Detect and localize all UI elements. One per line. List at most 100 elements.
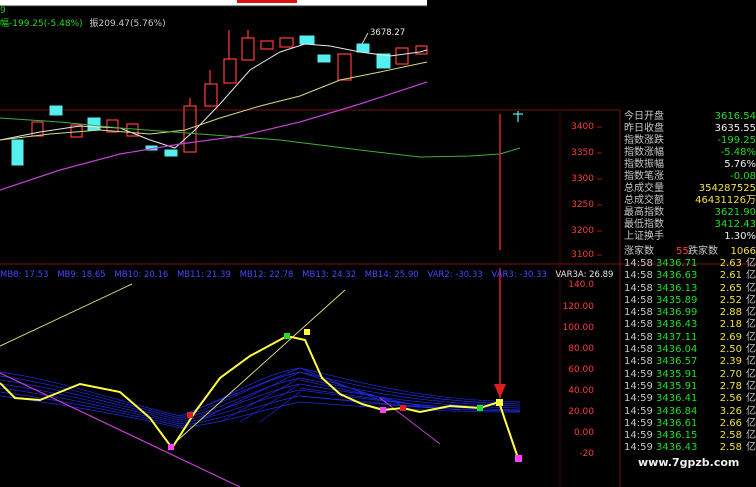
tick-row: 14:58 3435.89 2.52 亿 <box>624 294 756 306</box>
decliners-label: 跌家数 <box>688 246 718 257</box>
trendline-yellow-mid <box>177 289 346 441</box>
price-axis-label: 3400 <box>571 122 594 132</box>
info-value: -5.48% <box>720 147 756 158</box>
tick-row: 14:59 3436.43 2.58 亿 <box>624 442 756 454</box>
indicator-axis-label: 120.00 <box>562 302 595 312</box>
marker-red <box>187 412 193 418</box>
tick-row: 14:59 3436.41 2.56 亿 <box>624 393 756 405</box>
tick-row: 14:58 3436.04 2.50 亿 <box>624 344 756 356</box>
indicator-label: MB10: 20.16 <box>114 270 169 280</box>
trendline-magenta-left <box>0 372 241 487</box>
tick-row: 14:59 3435.91 2.78 亿 <box>624 380 756 392</box>
tick-row: 14:58 3436.43 2.18 亿 <box>624 319 756 331</box>
info-row: 今日开盘 3616.54 <box>624 111 756 122</box>
indicator-axis-label: 100.00 <box>562 323 595 333</box>
price-callout-line <box>361 32 369 45</box>
info-row: 指数笔涨 -0.08 <box>624 171 756 182</box>
price-axis-ticks <box>597 126 602 256</box>
advancers-label: 涨家数 <box>624 246 654 257</box>
candle-up <box>183 105 197 153</box>
candle-up <box>337 53 352 81</box>
price-axis-label: 3350 <box>571 148 594 158</box>
price-axis-label: 3100 <box>571 250 594 260</box>
tick-row: 14:58 3436.99 2.88 亿 <box>624 307 756 319</box>
watermark-text: www.7gpzb.com <box>638 456 740 469</box>
info-row: 最低指数 3412.43 <box>624 219 756 230</box>
candle-up <box>241 37 255 61</box>
indicator-axis-label: 20.00 <box>568 407 594 417</box>
indicator-axis-label: 60.00 <box>568 365 594 375</box>
indicator-label-var3: VAR3: -30.33 <box>491 270 547 280</box>
info-value: 1.30% <box>724 231 756 242</box>
indicator-label: MB14: 25.90 <box>364 270 419 280</box>
marker-magenta <box>168 444 174 450</box>
trendline-magenta-right <box>379 397 441 445</box>
indicator-axis-label: 40.00 <box>568 386 594 396</box>
tick-row: 14:58 3436.63 2.61 亿 <box>624 270 756 282</box>
ma-magenta-line <box>0 81 428 191</box>
info-value: 3616.54 <box>714 111 756 122</box>
marker-green <box>477 405 483 411</box>
info-value: 3635.55 <box>714 123 756 134</box>
info-row: 总成交额 46431126万 <box>624 195 756 206</box>
price-axis-label: 3300 <box>571 174 594 184</box>
candle-down <box>164 149 178 157</box>
var3a-line <box>0 334 519 459</box>
info-row: 总成交量 354287525 <box>624 183 756 194</box>
signal-arrow-icon <box>494 384 506 398</box>
candle-up <box>395 47 409 65</box>
tick-list[interactable]: 14:58 3436.71 2.63 亿 14:58 3436.63 2.61 亿 14:5… <box>622 258 756 455</box>
marker-magenta <box>515 455 522 462</box>
info-row: 指数涨跌 -199.25 <box>624 135 756 146</box>
indicator-label: MB13: 24.32 <box>302 270 357 280</box>
advancers-count: 55 <box>676 246 689 257</box>
marker-yellow <box>496 399 503 406</box>
candle-up <box>260 40 274 50</box>
market-breadth: 涨家数 55 跌家数 1066 <box>622 245 756 258</box>
tick-row: 14:58 3436.57 2.39 亿 <box>624 356 756 368</box>
info-row: 上证换手 1.30% <box>624 231 756 242</box>
tick-row: 14:58 3436.71 2.63 亿 <box>624 258 756 269</box>
tick-row: 14:59 3436.84 3.26 亿 <box>624 405 756 417</box>
indicator-label: MB11: 21.39 <box>176 270 231 280</box>
info-row: 昨日收盘 3635.55 <box>624 123 756 134</box>
index-info-panel: 今日开盘 3616.54 昨日收盘 3635.55 指数涨跌 -199.25 指数涨幅… <box>622 111 756 243</box>
indicator-ribbon <box>0 367 521 429</box>
tick-row: 14:59 3435.91 2.70 亿 <box>624 368 756 380</box>
indicator-axis-label: 80.00 <box>568 344 594 354</box>
indicator-label-var3a: VAR3A: 26.89 <box>555 270 614 280</box>
info-value: -199.25 <box>717 135 756 146</box>
indicator-label: MB9: 18.65 <box>57 270 106 280</box>
info-value: 5.76% <box>724 159 756 170</box>
candle-up <box>204 83 218 107</box>
tick-row: 14:59 3436.61 2.66 亿 <box>624 417 756 429</box>
indicator-axis-label: 0.00 <box>573 428 594 438</box>
info-row: 指数振幅 5.76% <box>624 159 756 170</box>
marker-yellow <box>304 329 310 335</box>
indicator-label: MB8: 17.53 <box>0 270 49 280</box>
indicator-axis-label: -20 <box>579 449 594 459</box>
candle-down <box>11 139 24 166</box>
candle-up <box>223 58 237 84</box>
candle-down <box>317 54 331 63</box>
info-row: 最高指数 3621.90 <box>624 207 756 218</box>
info-row: 指数涨幅 -5.48% <box>624 147 756 158</box>
decliners-count: 1066 <box>730 246 756 257</box>
indicator-label: MB12: 22.78 <box>239 270 294 280</box>
info-value: 3412.43 <box>714 219 756 230</box>
info-value: 354287525 <box>698 183 756 194</box>
candle-down <box>299 35 315 45</box>
tick-row: 14:58 3436.13 2.65 亿 <box>624 282 756 294</box>
indicator-axis-label: 140.0 <box>568 280 594 290</box>
price-axis-label: 3250 <box>571 200 594 210</box>
candle-down <box>49 105 63 116</box>
trendline-yellow-left <box>0 283 133 347</box>
price-axis-label: 3200 <box>571 226 594 236</box>
indicator-label-var2: VAR2: -30.33 <box>427 270 483 280</box>
info-value: 46431126万 <box>695 195 756 206</box>
marker-red <box>400 405 406 411</box>
candle-down <box>87 117 101 131</box>
down-candles <box>11 35 523 166</box>
marker-magenta <box>380 407 386 413</box>
marker-green <box>284 333 290 339</box>
